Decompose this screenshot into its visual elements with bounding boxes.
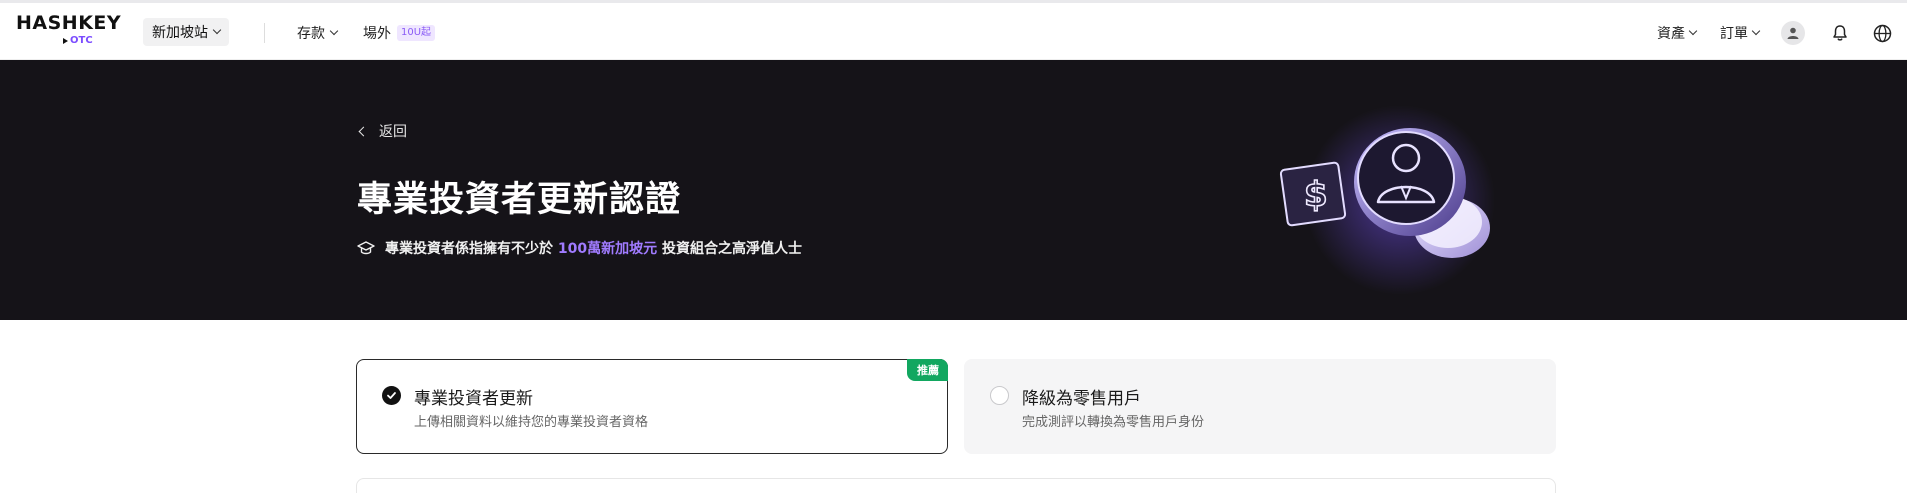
nav-assets-label: 資產 xyxy=(1657,26,1685,42)
desc-text-after: 投資組合之高淨值人士 xyxy=(661,241,802,257)
nav-orders[interactable]: 訂單 xyxy=(1720,23,1761,43)
notifications-button[interactable] xyxy=(1828,21,1852,45)
svg-text:$: $ xyxy=(1304,175,1328,215)
back-label: 返回 xyxy=(379,124,407,140)
nav-otc-label: 場外 xyxy=(363,26,391,42)
region-selector[interactable]: 新加坡站 xyxy=(143,18,229,46)
option-title: 降級為零售用戶 xyxy=(1022,389,1141,409)
hero-description: 專業投資者係指擁有不少於 100萬新加坡元 投資組合之高淨值人士 xyxy=(357,238,802,258)
professional-investor-illustration: $ xyxy=(1279,105,1495,295)
option-title: 專業投資者更新 xyxy=(414,389,533,409)
chevron-down-icon xyxy=(212,25,222,35)
graduation-cap-icon xyxy=(357,241,375,255)
top-nav: HASHKEY OTC 新加坡站 存款 場外 10U起 資產 訂單 xyxy=(0,3,1907,60)
chevron-down-icon xyxy=(1688,26,1698,36)
back-button[interactable]: 返回 xyxy=(358,121,407,141)
option-pro-renewal[interactable]: 推薦 專業投資者更新 上傳相關資料以維持您的專業投資者資格 xyxy=(356,359,948,454)
chevron-left-icon xyxy=(358,126,369,136)
user-avatar[interactable] xyxy=(1781,21,1805,45)
desc-highlight: 100萬新加坡元 xyxy=(557,241,658,257)
nav-divider xyxy=(264,23,265,43)
desc-text-before: 專業投資者係指擁有不少於 xyxy=(385,241,553,257)
nav-otc[interactable]: 場外 10U起 xyxy=(363,23,436,43)
logo-wordmark: HASHKEY xyxy=(16,12,122,34)
nav-deposit-label: 存款 xyxy=(297,26,325,42)
option-subtitle: 上傳相關資料以維持您的專業投資者資格 xyxy=(414,415,649,430)
bell-icon xyxy=(1833,25,1847,41)
nav-orders-label: 訂單 xyxy=(1720,26,1748,42)
globe-icon xyxy=(1873,24,1891,42)
nav-deposit[interactable]: 存款 xyxy=(297,23,339,43)
radio-selected[interactable] xyxy=(382,386,401,405)
page-title: 專業投資者更新認證 xyxy=(357,180,682,220)
check-icon xyxy=(387,392,396,399)
chevron-down-icon xyxy=(1751,26,1761,36)
logo-otc-label: OTC xyxy=(70,35,93,46)
option-subtitle: 完成測評以轉換為零售用戶身份 xyxy=(1022,415,1205,430)
otc-promo-badge: 10U起 xyxy=(397,25,436,41)
hashkey-logo[interactable]: HASHKEY OTC xyxy=(16,12,122,50)
language-button[interactable] xyxy=(1870,21,1894,45)
recommended-badge: 推薦 xyxy=(907,359,948,381)
user-icon xyxy=(1787,27,1799,39)
radio-unselected[interactable] xyxy=(990,386,1009,405)
play-icon xyxy=(63,37,68,44)
form-panel xyxy=(356,478,1556,493)
logo-otc: OTC xyxy=(63,35,93,46)
option-downgrade-retail[interactable]: 降級為零售用戶 完成測評以轉換為零售用戶身份 xyxy=(964,359,1556,454)
hero-banner: 返回 專業投資者更新認證 專業投資者係指擁有不少於 100萬新加坡元 投資組合之… xyxy=(0,60,1907,320)
chevron-down-icon xyxy=(329,26,339,36)
region-label: 新加坡站 xyxy=(152,25,208,41)
nav-assets[interactable]: 資產 xyxy=(1657,23,1698,43)
